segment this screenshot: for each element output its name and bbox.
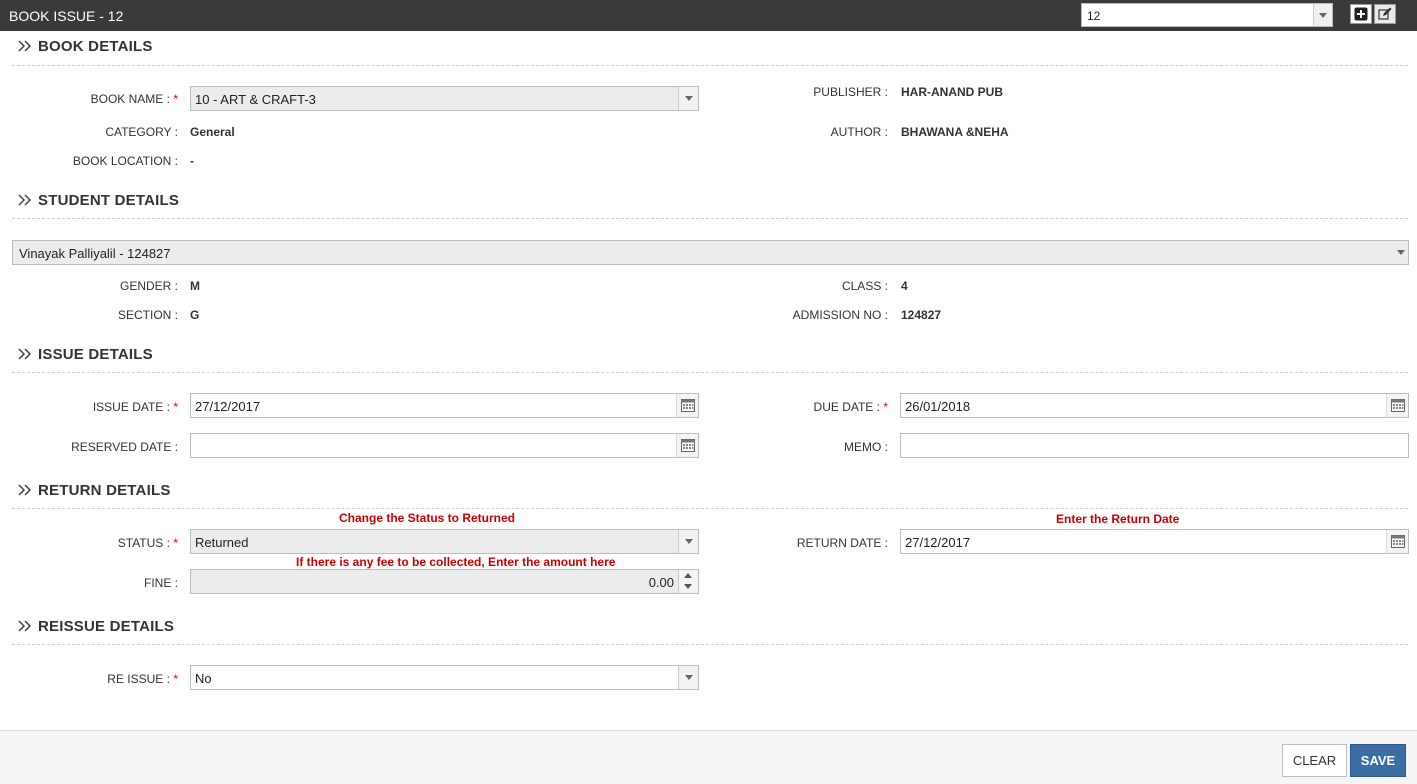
number-spinner[interactable] (678, 570, 698, 593)
calendar-icon[interactable] (1386, 394, 1408, 417)
title-bar: BOOK ISSUE - 12 12 (0, 0, 1417, 31)
publisher-label: PUBLISHER : (813, 85, 888, 99)
issue-details-heading: ISSUE DETAILS (18, 346, 153, 363)
book-details-heading: BOOK DETAILS (18, 38, 153, 55)
gender-label: GENDER : (119, 279, 178, 293)
chevron-down-icon[interactable] (1313, 4, 1332, 26)
return-date-annotation: Enter the Return Date (1056, 512, 1180, 526)
admission-no-value: 124827 (901, 308, 942, 322)
author-value: BHAWANA &NEHA (901, 125, 1009, 139)
status-select[interactable]: Returned (190, 529, 699, 554)
page-title: BOOK ISSUE - 12 (9, 8, 124, 24)
admission-no-label: ADMISSION NO : (792, 308, 888, 322)
edit-button[interactable] (1374, 4, 1396, 24)
divider (12, 372, 1408, 373)
return-date-label: RETURN DATE : (796, 536, 888, 550)
memo-input[interactable] (900, 433, 1409, 458)
section-value: G (190, 308, 200, 322)
save-button[interactable]: SAVE (1350, 744, 1406, 777)
spin-up-icon (684, 573, 692, 578)
student-select[interactable]: Vinayak Palliyalil - 124827 (12, 240, 1409, 265)
double-chevron-icon (18, 620, 32, 632)
reserved-date-input[interactable] (190, 433, 699, 458)
double-chevron-icon (18, 348, 32, 360)
book-location-label: BOOK LOCATION : (72, 154, 178, 168)
due-date-input[interactable]: 26/01/2018 (900, 393, 1409, 418)
status-annotation: Change the Status to Returned (339, 511, 516, 525)
form-footer: CLEAR SAVE (0, 730, 1417, 784)
reissue-details-heading: REISSUE DETAILS (18, 618, 174, 635)
class-label: CLASS : (841, 279, 888, 293)
reissue-label: RE ISSUE : * (107, 672, 178, 686)
record-select-value: 12 (1087, 9, 1101, 23)
fine-label: FINE : (143, 576, 178, 590)
author-label: AUTHOR : (830, 125, 888, 139)
reserved-date-label: RESERVED DATE : (71, 440, 178, 454)
book-name-select[interactable]: 10 - ART & CRAFT-3 (190, 86, 699, 111)
clear-button[interactable]: CLEAR (1282, 744, 1347, 777)
calendar-icon[interactable] (676, 434, 698, 457)
divider (12, 508, 1408, 509)
status-label: STATUS : * (117, 536, 178, 550)
category-label: CATEGORY : (105, 125, 178, 139)
memo-label: MEMO : (844, 440, 888, 454)
chevron-down-icon[interactable] (678, 530, 698, 553)
calendar-icon[interactable] (1386, 530, 1408, 553)
fine-input[interactable]: 0.00 (190, 569, 699, 594)
book-name-label: BOOK NAME : * (90, 92, 178, 106)
fine-annotation: If there is any fee to be collected, Ent… (296, 555, 616, 569)
chevron-down-icon[interactable] (678, 666, 698, 689)
double-chevron-icon (18, 484, 32, 496)
double-chevron-icon (18, 194, 32, 206)
chevron-down-icon[interactable] (678, 87, 698, 110)
double-chevron-icon (18, 40, 32, 52)
calendar-icon[interactable] (676, 394, 698, 417)
record-select[interactable]: 12 (1081, 3, 1333, 27)
student-details-heading: STUDENT DETAILS (18, 192, 179, 209)
publisher-value: HAR-ANAND PUB (901, 85, 1003, 99)
plus-icon (1354, 7, 1368, 21)
edit-icon (1378, 7, 1392, 20)
category-value: General (190, 125, 235, 139)
spin-down-icon (684, 584, 692, 589)
issue-date-input[interactable]: 27/12/2017 (190, 393, 699, 418)
divider (12, 218, 1408, 219)
due-date-label: DUE DATE : * (813, 400, 888, 414)
book-location-value: - (190, 154, 194, 168)
reissue-select[interactable]: No (190, 665, 699, 690)
gender-value: M (190, 279, 200, 293)
return-date-input[interactable]: 27/12/2017 (900, 529, 1409, 554)
issue-date-label: ISSUE DATE : * (92, 400, 178, 414)
divider (12, 65, 1408, 66)
section-label: SECTION : (117, 308, 178, 322)
chevron-down-icon[interactable] (1397, 250, 1405, 255)
divider (12, 644, 1408, 645)
return-details-heading: RETURN DETAILS (18, 482, 171, 499)
add-button[interactable] (1350, 4, 1372, 24)
class-value: 4 (901, 279, 908, 293)
